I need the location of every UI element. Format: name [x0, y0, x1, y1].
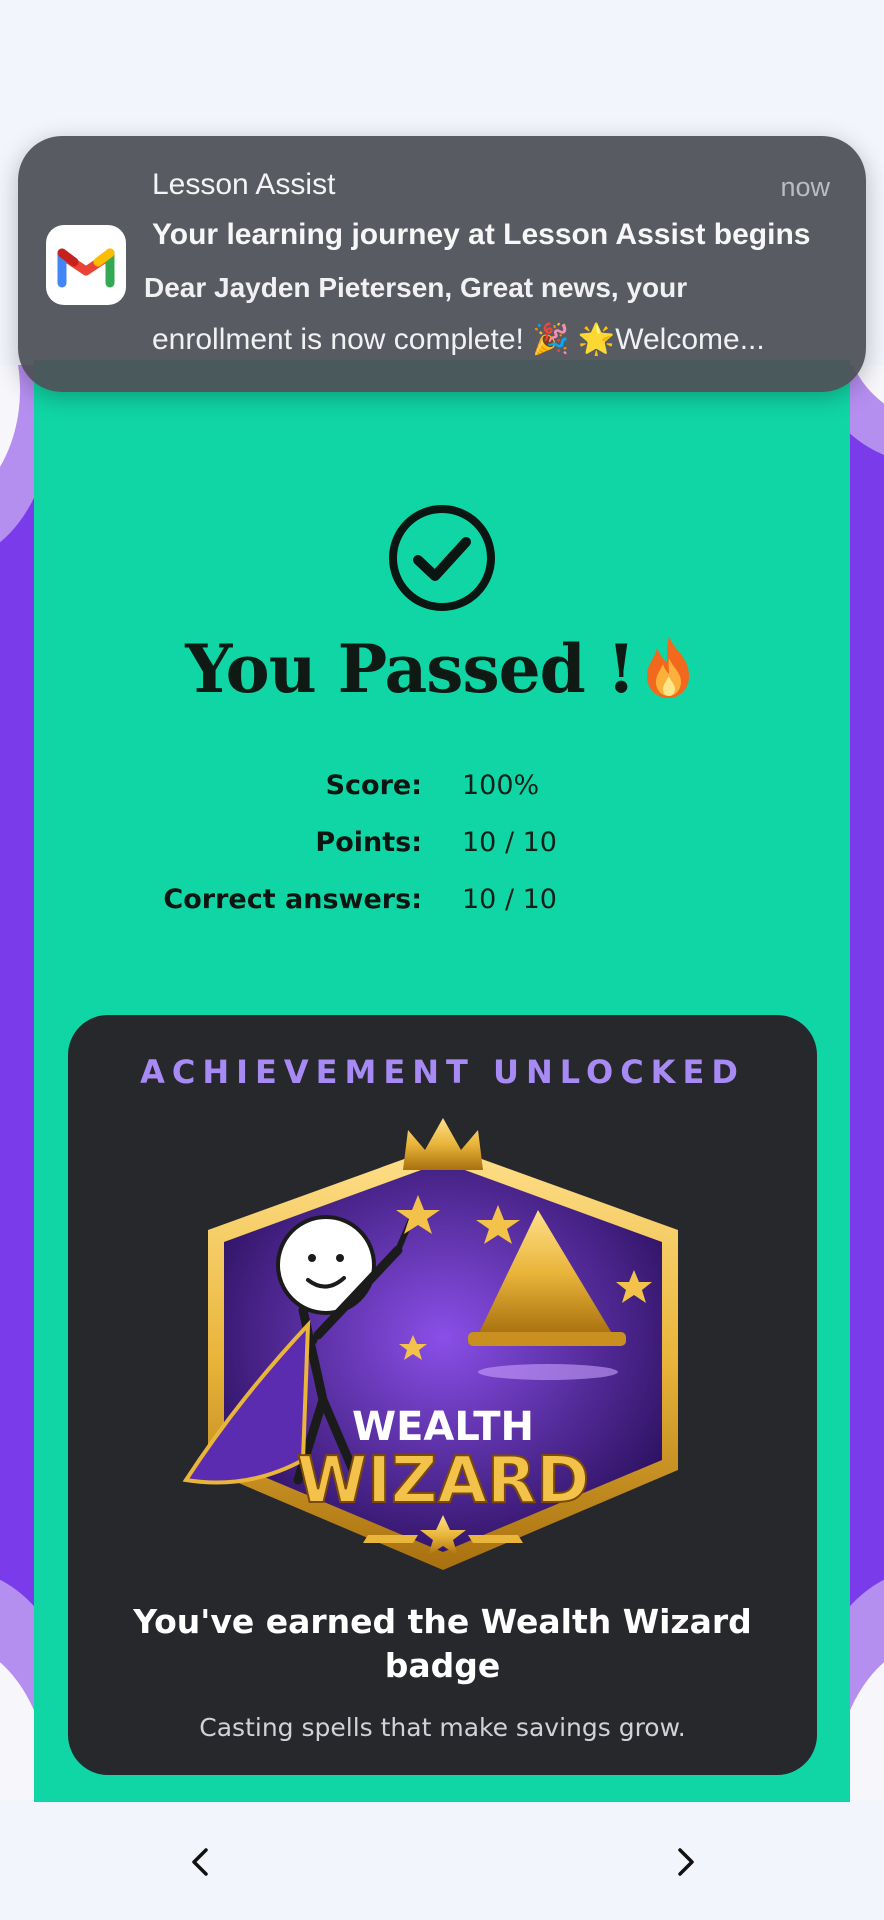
stat-value: 10 / 10: [462, 884, 557, 915]
result-title-text: You Passed !: [185, 630, 635, 708]
stat-value: 10 / 10: [462, 827, 557, 858]
score-stats: Score: 100% Points: 10 / 10 Correct answ…: [34, 770, 850, 941]
fire-icon: [646, 636, 689, 698]
push-notification[interactable]: Lesson Assist now Your learning journey …: [18, 136, 866, 392]
stat-value: 100%: [462, 770, 540, 801]
result-title: You Passed !: [34, 630, 850, 708]
notification-time: now: [780, 172, 830, 202]
gmail-icon: [46, 225, 126, 305]
bottom-navigation: [0, 1802, 884, 1920]
wealth-wizard-badge-image: WEALTH WIZARD: [182, 1118, 678, 1570]
earned-badge-text: You've earned the Wealth Wizard badge: [133, 1602, 752, 1685]
chevron-right-icon: [678, 1848, 694, 1876]
achievement-card: ACHIEVEMENT UNLOCKED WEALTH WIZARD You'v…: [68, 1015, 817, 1775]
quiz-result-card: You Passed ! Score: 100% Points: 10 / 10…: [34, 360, 850, 1802]
chevron-left-icon: [192, 1848, 208, 1876]
check-circle-icon: [389, 505, 495, 611]
achievement-heading: ACHIEVEMENT UNLOCKED: [140, 1053, 745, 1091]
back-button[interactable]: [170, 1832, 230, 1892]
notification-subject: Your learning journey at Lesson Assist b…: [152, 218, 811, 251]
forward-button[interactable]: [656, 1832, 716, 1892]
stat-row-correct-answers: Correct answers: 10 / 10: [34, 884, 850, 941]
stat-row-score: Score: 100%: [34, 770, 850, 827]
badge-text-line2: WIZARD: [297, 1444, 590, 1518]
stat-label: Points:: [315, 827, 422, 858]
stat-label: Correct answers:: [163, 884, 422, 915]
notification-body-line1: Dear Jayden Pietersen, Great news, your: [144, 272, 688, 303]
stat-label: Score:: [325, 770, 422, 801]
stat-row-points: Points: 10 / 10: [34, 827, 850, 884]
badge-description: Casting spells that make savings grow.: [199, 1713, 686, 1742]
notification-app-name: Lesson Assist: [152, 168, 336, 201]
notification-body-line2: enrollment is now complete! 🎉 🌟Welcome..…: [152, 323, 765, 356]
